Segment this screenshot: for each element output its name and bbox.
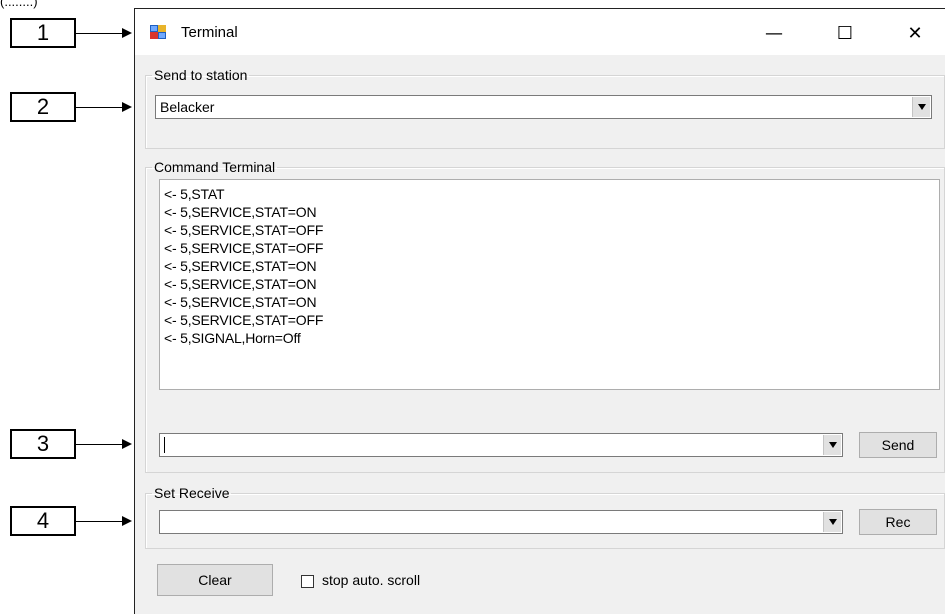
cropped-caption-fragment: (........) bbox=[0, 0, 38, 9]
terminal-line: <- 5,SERVICE,STAT=ON bbox=[164, 258, 317, 274]
callout-3: 3 bbox=[10, 429, 76, 459]
terminal-window: Terminal — ☐ ✕ Send to station Belacker … bbox=[134, 8, 945, 614]
maximize-button[interactable]: ☐ bbox=[822, 17, 868, 49]
callout-4: 4 bbox=[10, 506, 76, 536]
callout-1-arrow bbox=[76, 28, 132, 38]
stop-auto-scroll-checkbox[interactable] bbox=[301, 575, 314, 588]
clear-button[interactable]: Clear bbox=[157, 564, 273, 596]
terminal-line: <- 5,SERVICE,STAT=OFF bbox=[164, 222, 324, 238]
chevron-down-icon[interactable] bbox=[823, 435, 841, 455]
callout-2: 2 bbox=[10, 92, 76, 122]
terminal-output[interactable]: <- 5,STAT <- 5,SERVICE,STAT=ON <- 5,SERV… bbox=[159, 179, 940, 390]
terminal-line: <- 5,SIGNAL,Horn=Off bbox=[164, 330, 301, 346]
rec-button[interactable]: Rec bbox=[859, 509, 937, 535]
receive-select[interactable] bbox=[159, 510, 843, 534]
command-terminal-legend: Command Terminal bbox=[154, 159, 276, 175]
minimize-button[interactable]: — bbox=[751, 17, 797, 49]
terminal-line: <- 5,SERVICE,STAT=ON bbox=[164, 204, 317, 220]
terminal-line: <- 5,SERVICE,STAT=OFF bbox=[164, 240, 324, 256]
close-icon: ✕ bbox=[907, 22, 923, 44]
terminal-line: <- 5,SERVICE,STAT=ON bbox=[164, 276, 317, 292]
minimize-icon: — bbox=[765, 22, 783, 44]
callout-3-arrow bbox=[76, 439, 132, 449]
app-window-icon bbox=[150, 25, 166, 39]
chevron-down-icon[interactable] bbox=[823, 512, 841, 532]
terminal-line: <- 5,SERVICE,STAT=OFF bbox=[164, 312, 324, 328]
callout-1: 1 bbox=[10, 18, 76, 48]
station-select[interactable]: Belacker bbox=[155, 95, 932, 119]
terminal-line: <- 5,SERVICE,STAT=ON bbox=[164, 294, 317, 310]
send-button[interactable]: Send bbox=[859, 432, 937, 458]
stop-auto-scroll-label[interactable]: stop auto. scroll bbox=[322, 572, 420, 588]
window-title: Terminal bbox=[181, 24, 238, 41]
callout-2-arrow bbox=[76, 102, 132, 112]
terminal-line: <- 5,STAT bbox=[164, 186, 225, 202]
maximize-icon: ☐ bbox=[836, 22, 854, 44]
command-input[interactable] bbox=[159, 433, 843, 457]
station-select-value: Belacker bbox=[160, 99, 215, 115]
set-receive-legend: Set Receive bbox=[154, 485, 230, 501]
text-caret bbox=[164, 437, 165, 453]
terminal-lines: <- 5,STAT <- 5,SERVICE,STAT=ON <- 5,SERV… bbox=[160, 185, 323, 347]
callout-4-arrow bbox=[76, 516, 132, 526]
title-bar[interactable]: Terminal — ☐ ✕ bbox=[135, 9, 945, 55]
close-button[interactable]: ✕ bbox=[892, 17, 938, 49]
send-to-station-legend: Send to station bbox=[154, 67, 248, 83]
chevron-down-icon[interactable] bbox=[912, 97, 930, 117]
